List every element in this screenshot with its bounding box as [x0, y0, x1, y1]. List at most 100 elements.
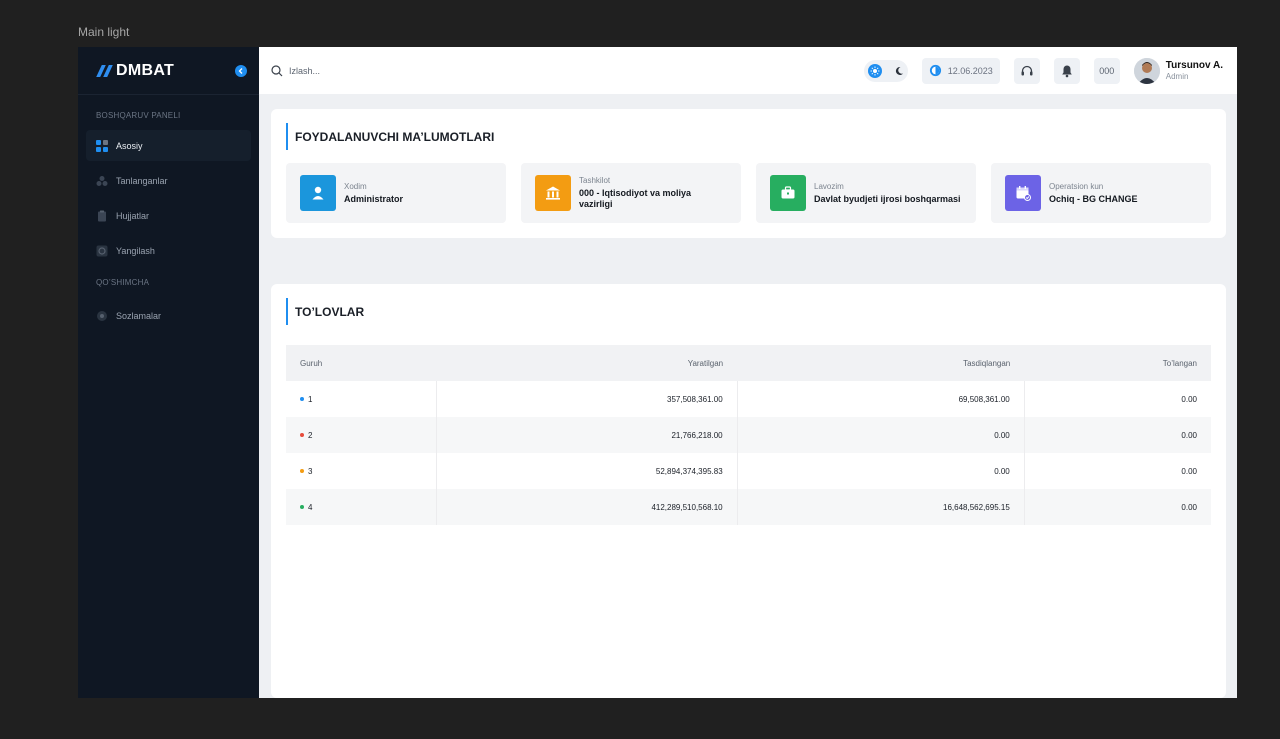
brand-bar: DMBAT [78, 47, 259, 95]
cell-created: 52,894,374,395.83 [436, 453, 738, 489]
cell-paid: 0.00 [1181, 466, 1197, 476]
user-role: Admin [1165, 71, 1189, 81]
group-number: 4 [308, 502, 313, 512]
info-value: 000 - Iqtisodiyot va moliya vazirligi [579, 188, 692, 209]
table-row[interactable]: 4 412,289,510,568.10 16,648,562,695.15 0… [286, 489, 1211, 525]
moon-icon[interactable] [894, 66, 904, 76]
sidebar-item-label: Hujjatlar [116, 210, 150, 221]
sidebar-item-label: Sozlamalar [116, 310, 162, 321]
bell-icon [1061, 65, 1072, 77]
cell-paid: 0.00 [1181, 430, 1197, 440]
group-dot-icon [300, 397, 304, 402]
canvas-label: Main light [78, 25, 130, 39]
payments-title: TO’LOVLAR [286, 298, 1211, 325]
clock-icon [929, 64, 941, 77]
calendar-check-icon [1005, 175, 1041, 211]
column-header-guruh[interactable]: Guruh [286, 345, 437, 381]
logo[interactable]: DMBAT [96, 62, 174, 80]
cell-created: 21,766,218.00 [436, 417, 738, 453]
sidebar-item-label: Asosiy [116, 140, 143, 151]
operational-date[interactable]: 12.06.2023 [921, 57, 1000, 84]
logo-mark-icon [96, 64, 114, 77]
sidebar-item-asosiy[interactable]: Asosiy [86, 130, 251, 161]
sun-icon[interactable] [867, 63, 882, 78]
cell-paid: 0.00 [1181, 394, 1197, 404]
avatar[interactable] [1133, 57, 1160, 84]
cell-group: 1 [286, 381, 438, 417]
user-name: Tursunov A. [1165, 59, 1223, 71]
info-label: Lavozim [814, 181, 844, 191]
topbar: 12.06.2023 000 Tursunov A. Admin [259, 47, 1237, 94]
payments-card: TO’LOVLAR Guruh Yaratilgan Tasdiqlangan … [271, 284, 1226, 698]
user-profile[interactable]: Tursunov A. Admin [1133, 57, 1223, 84]
cell-created: 357,508,361.00 [436, 381, 738, 417]
notifications-button[interactable] [1053, 57, 1080, 84]
grid-icon [96, 139, 108, 152]
gear-icon [96, 310, 108, 322]
table-header-row: Guruh Yaratilgan Tasdiqlangan To’langan [286, 345, 1211, 381]
user-icon [300, 175, 336, 211]
group-number: 2 [308, 430, 313, 440]
search-icon [271, 64, 283, 76]
sidebar-item-tanlanganlar[interactable]: Tanlanganlar [86, 165, 251, 196]
info-item-operatsion-kun: Operatsion kun Ochiq - BG CHANGE [991, 163, 1211, 223]
group-number: 1 [308, 394, 313, 404]
theme-toggle[interactable] [863, 59, 908, 82]
sidebar-item-label: Yangilash [116, 245, 155, 256]
column-header-tolangan[interactable]: To’langan [1024, 345, 1211, 381]
cell-created: 412,289,510,568.10 [436, 489, 738, 525]
content: FOYDALANUVCHI MA’LUMOTLARI Xodim Adminis… [259, 94, 1237, 698]
info-item-lavozim: Lavozim Davlat byudjeti ijrosi boshqarma… [756, 163, 976, 223]
column-header-yaratilgan[interactable]: Yaratilgan [437, 345, 737, 381]
user-info-card: FOYDALANUVCHI MA’LUMOTLARI Xodim Adminis… [271, 109, 1226, 238]
group-dot-icon [300, 433, 304, 438]
info-item-xodim: Xodim Administrator [286, 163, 506, 223]
code-chip[interactable]: 000 [1093, 57, 1120, 84]
sidebar-item-yangilash[interactable]: Yangilash [86, 235, 251, 266]
info-value: Davlat byudjeti ijrosi boshqarmasi [814, 193, 961, 204]
bank-icon [535, 175, 571, 211]
payments-table: Guruh Yaratilgan Tasdiqlangan To’langan … [286, 345, 1211, 525]
briefcase-icon [770, 175, 806, 211]
brand-name: DMBAT [116, 61, 175, 79]
info-value: Ochiq - BG CHANGE [1049, 193, 1138, 204]
group-dot-icon [300, 505, 304, 510]
sidebar-item-hujjatlar[interactable]: Hujjatlar [86, 200, 251, 231]
table-row[interactable]: 1 357,508,361.00 69,508,361.00 0.00 [286, 381, 1211, 417]
sidebar: DMBAT BOSHQARUV PANELI Asosiy Tanlanganl… [78, 47, 259, 698]
sidebar-section-title: QO’SHIMCHA [96, 278, 150, 287]
cell-paid: 0.00 [1181, 502, 1197, 512]
clipboard-icon [96, 210, 108, 222]
info-label: Operatsion kun [1049, 181, 1104, 191]
info-label: Tashkilot [579, 176, 611, 185]
search-input[interactable] [289, 65, 489, 76]
cell-approved: 0.00 [737, 453, 1025, 489]
cell-group: 2 [286, 417, 438, 453]
cell-approved: 69,508,361.00 [737, 381, 1025, 417]
sidebar-item-label: Tanlanganlar [116, 175, 168, 186]
chevron-left-icon [238, 67, 243, 74]
support-button[interactable] [1013, 57, 1040, 84]
favorites-icon [96, 175, 108, 187]
sidebar-section-title: BOSHQARUV PANELI [96, 111, 181, 120]
user-info-grid: Xodim Administrator Tashkilot 000 - Iqti… [286, 163, 1211, 223]
cell-group: 4 [286, 489, 438, 525]
info-label: Xodim [344, 181, 367, 191]
cell-group: 3 [286, 453, 438, 489]
cell-approved: 16,648,562,695.15 [737, 489, 1025, 525]
main-area: 12.06.2023 000 Tursunov A. Admin [259, 47, 1237, 698]
table-row[interactable]: 3 52,894,374,395.83 0.00 0.00 [286, 453, 1211, 489]
date-text: 12.06.2023 [947, 65, 993, 76]
search-box [271, 64, 864, 77]
column-header-tasdiqlangan[interactable]: Tasdiqlangan [737, 345, 1024, 381]
table-row[interactable]: 2 21,766,218.00 0.00 0.00 [286, 417, 1211, 453]
sidebar-item-sozlamalar[interactable]: Sozlamalar [86, 300, 251, 331]
sidebar-collapse-button[interactable] [235, 64, 247, 77]
cell-approved: 0.00 [737, 417, 1025, 453]
headset-icon [1021, 65, 1033, 75]
info-value: Administrator [344, 193, 404, 204]
group-number: 3 [308, 466, 313, 476]
user-info-title: FOYDALANUVCHI MA’LUMOTLARI [286, 123, 1211, 150]
group-dot-icon [300, 469, 304, 474]
refresh-icon [96, 245, 108, 257]
